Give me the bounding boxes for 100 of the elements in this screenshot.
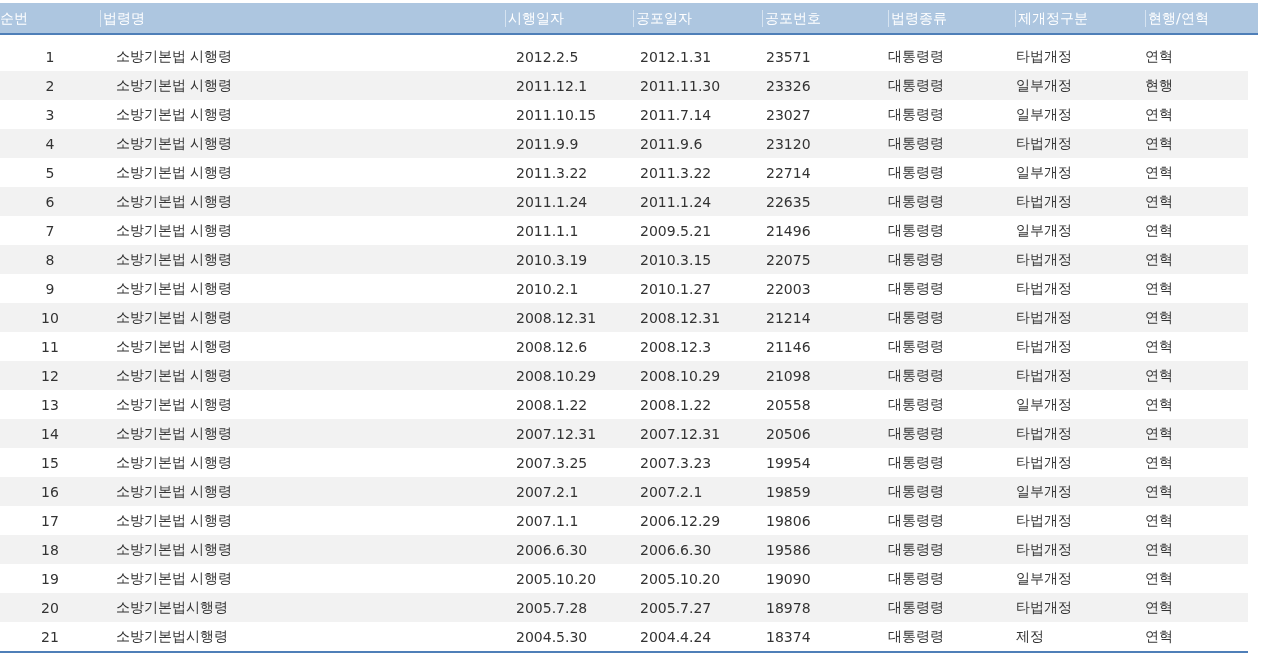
law-type-cell-text: 대통령령 [888, 76, 945, 95]
promulgation-number-cell-text: 23326 [765, 77, 812, 94]
promulgation-date-cell-text: 2011.11.30 [639, 77, 722, 94]
law-type-cell-text: 대통령령 [888, 627, 945, 646]
revision-type-cell-text: 타법개정 [1015, 424, 1073, 443]
table-row[interactable]: 14 소방기본법 시행령 2007.12.31 2007.12.31 20506 대통령령 타법개정 연혁 [0, 419, 1248, 448]
promulgation-date-cell-text: 2010.1.27 [639, 280, 713, 297]
revision-type-cell-text: 타법개정 [1015, 192, 1073, 211]
promulgation-number-cell-text: 19954 [765, 454, 812, 471]
status-cell-text: 연혁 [1145, 308, 1174, 327]
effective-date-cell-text: 2006.6.30 [515, 541, 589, 558]
promulgation-date-cell-text: 2005.7.27 [639, 599, 713, 616]
promulgation-number-cell-text: 23120 [765, 135, 812, 152]
status-cell-text: 연혁 [1145, 163, 1174, 182]
effective-date-cell-text: 2011.10.15 [515, 106, 598, 123]
table-row[interactable]: 16 소방기본법 시행령 2007.2.1 2007.2.1 19859 대통령령 일부개정 연혁 [0, 477, 1248, 506]
law-type-cell-text: 대통령령 [888, 279, 945, 298]
law-name-cell-text: 소방기본법 시행령 [115, 453, 234, 472]
promulgation-number-cell-text: 19090 [765, 570, 812, 587]
promulgation-number-cell-text: 20558 [765, 396, 812, 413]
law-name-cell-text: 소방기본법 시행령 [115, 308, 234, 327]
law-type-cell-text: 대통령령 [888, 308, 945, 327]
promulgation-date-cell-text: 2011.9.6 [639, 135, 704, 152]
revision-type-cell-text: 일부개정 [1015, 221, 1073, 240]
revision-type-cell-text: 타법개정 [1015, 366, 1073, 385]
law-type-cell-text: 대통령령 [888, 105, 945, 124]
table-row[interactable]: 2 소방기본법 시행령 2011.12.1 2011.11.30 23326 대통령령 일부개정 현행 [0, 71, 1248, 100]
revision-type-cell-text: 타법개정 [1015, 337, 1073, 356]
revision-type-cell-text: 일부개정 [1015, 482, 1073, 501]
law-type-cell-text: 대통령령 [888, 250, 945, 269]
promulgation-date-cell-text: 2007.3.23 [639, 454, 713, 471]
status-cell-text: 연혁 [1145, 540, 1174, 559]
table-row[interactable]: 6 소방기본법 시행령 2011.1.24 2011.1.24 22635 대통령령 타법개정 연혁 [0, 187, 1248, 216]
effective-date-cell-text: 2007.2.1 [515, 483, 580, 500]
column-header: 공포번호 [762, 9, 888, 27]
status-cell-text: 연혁 [1145, 395, 1174, 414]
revision-type-cell-text: 타법개정 [1015, 250, 1073, 269]
law-type-cell-text: 대통령령 [888, 134, 945, 153]
effective-date-cell-text: 2005.7.28 [515, 599, 589, 616]
row-number-cell-text: 7 [44, 222, 56, 239]
promulgation-number-cell-text: 22714 [765, 164, 812, 181]
effective-date-cell-text: 2007.1.1 [515, 512, 580, 529]
table-row[interactable]: 8 소방기본법 시행령 2010.3.19 2010.3.15 22075 대통령령 타법개정 연혁 [0, 245, 1248, 274]
status-cell-text: 연혁 [1145, 569, 1174, 588]
effective-date-cell-text: 2004.5.30 [515, 628, 589, 645]
row-number-cell-text: 8 [44, 251, 56, 268]
promulgation-date-cell-text: 2011.7.14 [639, 106, 713, 123]
revision-type-cell-text: 타법개정 [1015, 598, 1073, 617]
revision-type-cell-text: 타법개정 [1015, 453, 1073, 472]
law-type-cell-text: 대통령령 [888, 424, 945, 443]
row-number-cell-text: 9 [44, 280, 56, 297]
table-row[interactable]: 10 소방기본법 시행령 2008.12.31 2008.12.31 21214 대통령령 타법개정 연혁 [0, 303, 1248, 332]
promulgation-number-cell-text: 21146 [765, 338, 812, 355]
law-name-cell-text: 소방기본법 시행령 [115, 424, 234, 443]
effective-date-cell-text: 2010.3.19 [515, 251, 589, 268]
law-name-cell-text: 소방기본법 시행령 [115, 482, 234, 501]
law-type-cell-text: 대통령령 [888, 366, 945, 385]
promulgation-date-cell-text: 2007.12.31 [639, 425, 722, 442]
status-cell-text: 연혁 [1145, 221, 1174, 240]
law-type-cell-text: 대통령령 [888, 511, 945, 530]
law-type-cell-text: 대통령령 [888, 395, 945, 414]
promulgation-date-cell-text: 2006.6.30 [639, 541, 713, 558]
table-row[interactable]: 12 소방기본법 시행령 2008.10.29 2008.10.29 21098 대통령령 타법개정 연혁 [0, 361, 1248, 390]
table-row[interactable]: 4 소방기본법 시행령 2011.9.9 2011.9.6 23120 대통령령 타법개정 연혁 [0, 129, 1248, 158]
revision-type-cell-text: 일부개정 [1015, 76, 1073, 95]
row-number-cell-text: 21 [40, 628, 60, 645]
law-name-cell-text: 소방기본법시행령 [115, 598, 229, 617]
effective-date-cell-text: 2011.9.9 [515, 135, 580, 152]
law-name-cell-text: 소방기본법 시행령 [115, 163, 234, 182]
row-number-cell-text: 4 [44, 135, 56, 152]
row-number-cell-text: 20 [40, 599, 60, 616]
promulgation-date-cell-text: 2010.3.15 [639, 251, 713, 268]
table-row[interactable]: 18 소방기본법 시행령 2006.6.30 2006.6.30 19586 대통령령 타법개정 연혁 [0, 535, 1248, 564]
effective-date-cell-text: 2007.12.31 [515, 425, 598, 442]
row-number-cell-text: 1 [44, 48, 56, 65]
revision-type-cell-text: 일부개정 [1015, 163, 1073, 182]
law-name-cell-text: 소방기본법 시행령 [115, 134, 234, 153]
row-number-cell-text: 16 [40, 483, 60, 500]
effective-date-cell-text: 2005.10.20 [515, 570, 598, 587]
status-cell-text: 연혁 [1145, 47, 1174, 66]
promulgation-number-cell-text: 23027 [765, 106, 812, 123]
table-row[interactable]: 20 소방기본법시행령 2005.7.28 2005.7.27 18978 대통령령 타법개정 연혁 [0, 593, 1248, 622]
revision-type-cell-text: 타법개정 [1015, 540, 1073, 559]
law-type-cell-text: 대통령령 [888, 163, 945, 182]
column-header: 법령명 [100, 9, 505, 27]
row-number-cell-text: 15 [40, 454, 60, 471]
status-cell-text: 현행 [1145, 76, 1174, 95]
law-name-cell-text: 소방기본법 시행령 [115, 76, 234, 95]
promulgation-date-cell-text: 2007.2.1 [639, 483, 704, 500]
law-type-cell-text: 대통령령 [888, 598, 945, 617]
promulgation-date-cell-text: 2012.1.31 [639, 48, 713, 65]
law-name-cell-text: 소방기본법 시행령 [115, 540, 234, 559]
status-cell-text: 연혁 [1145, 424, 1174, 443]
effective-date-cell-text: 2007.3.25 [515, 454, 589, 471]
status-cell-text: 연혁 [1145, 366, 1174, 385]
promulgation-date-cell-text: 2006.12.29 [639, 512, 722, 529]
promulgation-date-cell-text: 2011.3.22 [639, 164, 713, 181]
revision-type-cell-text: 타법개정 [1015, 511, 1073, 530]
law-name-cell-text: 소방기본법 시행령 [115, 192, 234, 211]
promulgation-number-cell-text: 23571 [765, 48, 812, 65]
